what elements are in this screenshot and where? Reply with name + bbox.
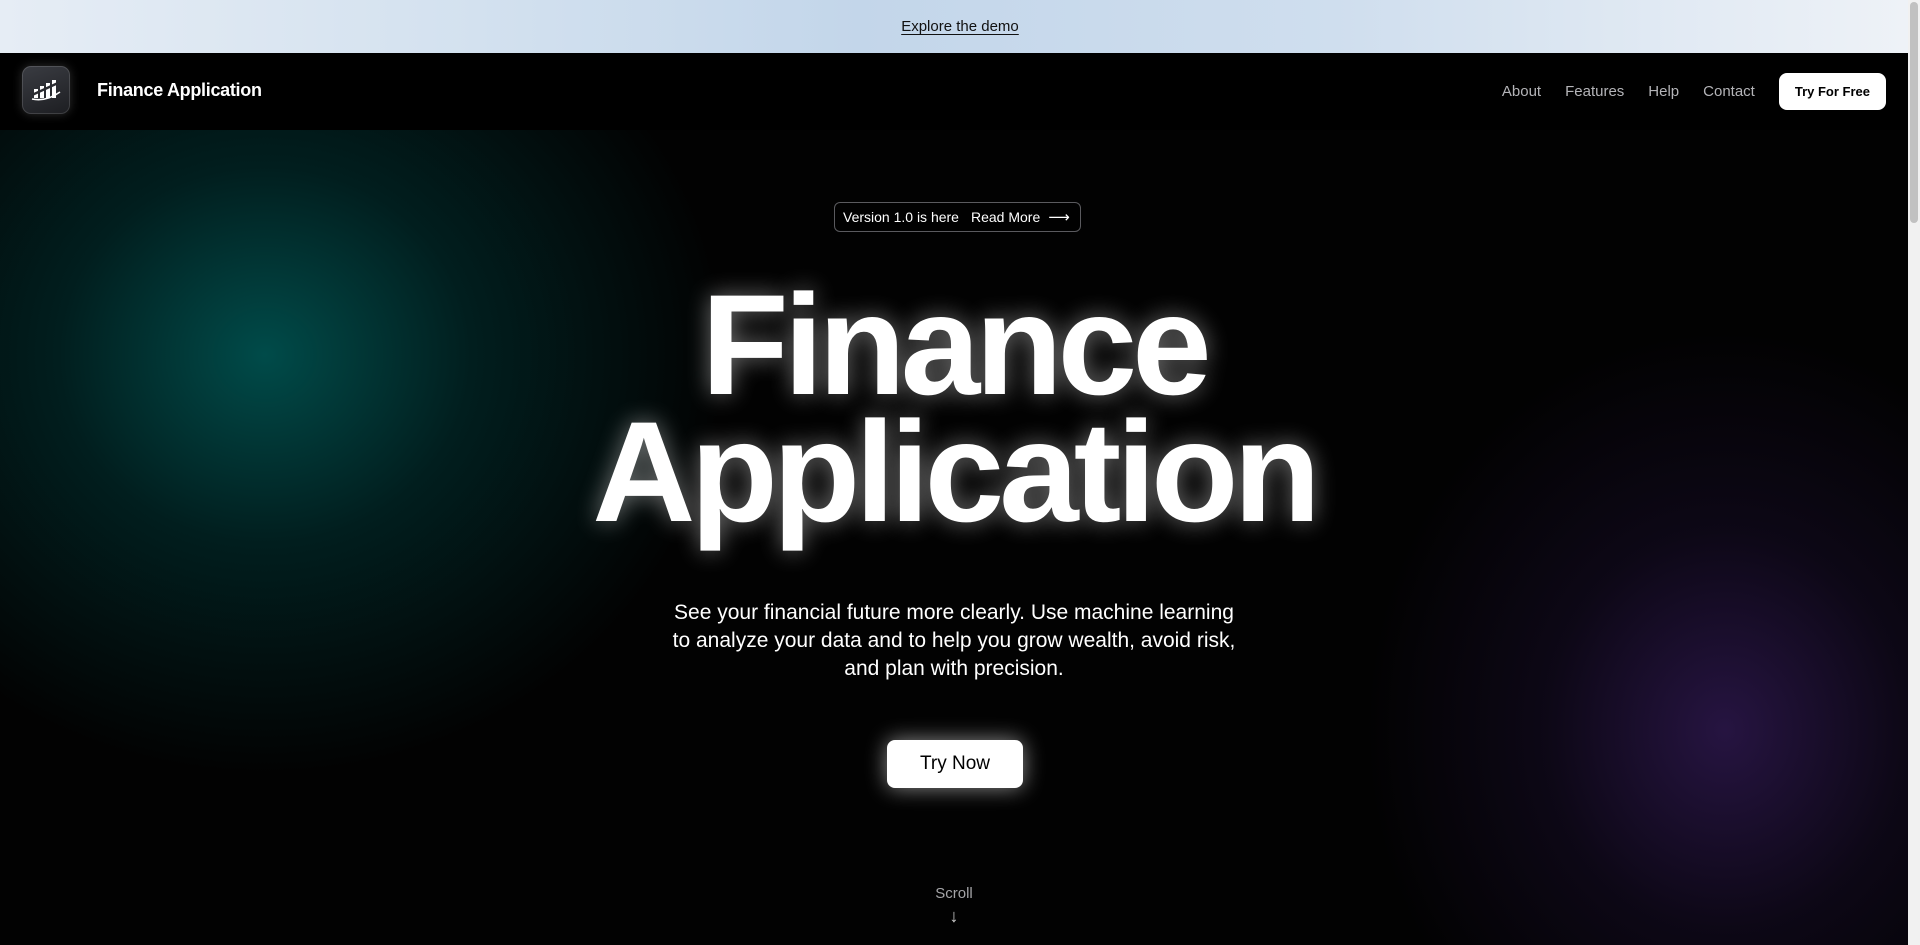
version-announcement-pill[interactable]: Version 1.0 is here Read More ⟶ [834,202,1081,232]
headline-line-2: Application [592,393,1321,552]
announcement-bar: Explore the demo [0,0,1908,53]
hero-subtitle: See your financial future more clearly. … [0,599,1908,683]
nav-link-about[interactable]: About [1502,83,1541,100]
scrollbar-thumb[interactable] [1910,2,1918,223]
vertical-scrollbar[interactable] [1908,0,1920,945]
subtitle-line-3: and plan with precision. [844,657,1064,680]
viewport: Explore the demo Finance Application Abo… [0,0,1920,945]
try-now-button[interactable]: Try Now [887,740,1023,788]
subtitle-line-2: to analyze your data and to help you gro… [672,629,1236,652]
nav-links: About Features Help Contact Try For Free [1502,53,1908,130]
top-navigation: Finance Application About Features Help … [0,53,1908,130]
subtitle-line-1: See your financial future more clearly. … [674,601,1234,624]
version-text: Version 1.0 is here [843,209,959,225]
page: Explore the demo Finance Application Abo… [0,0,1908,945]
brand-name[interactable]: Finance Application [97,80,262,101]
nav-link-help[interactable]: Help [1648,83,1679,100]
arrow-right-icon: ⟶ [1048,209,1070,226]
hero-section: Version 1.0 is here Read More ⟶ Finance … [0,130,1908,945]
nav-link-contact[interactable]: Contact [1703,83,1755,100]
nav-link-features[interactable]: Features [1565,83,1624,100]
scroll-label: Scroll [935,885,973,902]
try-for-free-button[interactable]: Try For Free [1778,73,1886,110]
hero-headline: Finance Application [0,266,1908,552]
scroll-indicator[interactable]: Scroll ↓ [0,885,1908,927]
read-more-link[interactable]: Read More [971,209,1040,225]
explore-demo-link[interactable]: Explore the demo [901,18,1019,35]
headline-line-1: Finance [701,266,1211,425]
logo-button[interactable] [22,66,70,114]
arrow-down-icon: ↓ [949,906,959,926]
rising-bar-chart-icon [31,80,61,101]
